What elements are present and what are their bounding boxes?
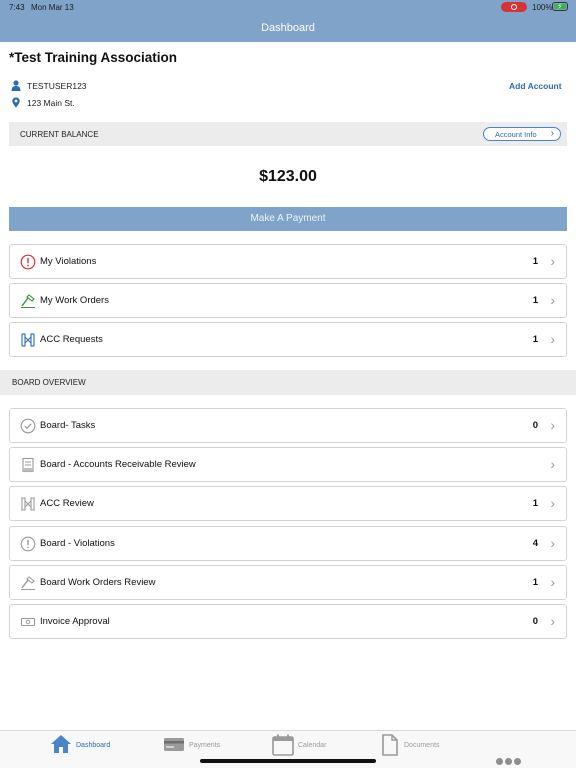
chevron-right-icon: › [550,535,555,551]
current-balance-label: CURRENT BALANCE [20,130,99,139]
item-count: 1 [532,256,538,267]
acc-requests-item[interactable]: ACC Requests 1 › [9,322,567,357]
user-icon [11,80,21,91]
architecture-icon [21,333,35,347]
nav-calendar[interactable]: Calendar [272,734,342,762]
header-bar [0,0,576,42]
acc-review-item[interactable]: ACC Review 1 › [9,486,567,521]
chevron-right-icon: › [550,253,555,269]
nav-label: Payments [189,742,221,749]
status-date: Mon Mar 13 [31,3,74,12]
board-ar-review-item[interactable]: Board - Accounts Receivable Review › [9,447,567,482]
alert-circle-red-icon [20,254,36,270]
address: 123 Main St. [27,98,75,108]
item-label: Board - Violations [40,538,115,549]
board-violations-item[interactable]: Board - Violations 4 › [9,526,567,561]
item-label: My Work Orders [40,295,109,306]
item-label: Board- Tasks [40,420,96,431]
nav-label: Calendar [298,742,327,749]
account-info-label: Account Info [495,130,537,139]
item-count: 4 [532,538,538,549]
hammer-icon [21,576,35,590]
chevron-right-icon: › [550,417,555,433]
hammer-icon [21,294,35,308]
item-count: 1 [532,498,538,509]
item-count: 0 [532,420,538,431]
my-work-orders-item[interactable]: My Work Orders 1 › [9,283,567,318]
nav-payments[interactable]: Payments [163,734,233,762]
board-work-orders-item[interactable]: Board Work Orders Review 1 › [9,565,567,600]
nav-label: Documents [404,742,440,749]
association-name: *Test Training Association [9,50,178,65]
architecture-icon [21,497,35,511]
my-violations-item[interactable]: My Violations 1 › [9,244,567,279]
balance-amount: $123.00 [259,168,317,185]
alert-circle-icon [20,536,36,552]
nav-documents[interactable]: Documents [381,734,461,762]
battery-icon: ⚡ [552,2,568,11]
item-label: ACC Requests [40,334,103,345]
make-payment-button[interactable]: Make A Payment [9,207,567,231]
credit-card-icon [164,738,184,751]
status-time: 7:43 [9,3,25,12]
document-icon [382,734,398,756]
home-indicator[interactable] [200,759,376,763]
item-label: ACC Review [40,498,94,509]
invoice-approval-item[interactable]: Invoice Approval 0 › [9,604,567,639]
screen-record-icon[interactable] [501,2,527,12]
chevron-right-icon: › [550,456,555,472]
check-circle-icon [20,418,36,434]
chevron-right-icon: › [550,613,555,629]
nav-dashboard[interactable]: Dashboard [50,734,120,762]
chevron-right-icon: › [550,495,555,511]
account-info-button[interactable]: Account Info › [483,127,561,141]
home-icon [51,735,71,753]
add-account-link[interactable]: Add Account [509,81,562,91]
item-count: 1 [532,295,538,306]
nav-label: Dashboard [76,742,111,749]
user-name: TESTUSER123 [27,81,87,91]
item-label: My Violations [40,256,97,267]
chevron-right-icon: › [550,331,555,347]
item-count: 1 [532,577,538,588]
board-overview-bar [0,370,576,395]
ledger-icon [22,457,34,473]
item-label: Invoice Approval [40,616,110,627]
board-tasks-item[interactable]: Board- Tasks 0 › [9,408,567,443]
chevron-right-icon: › [550,128,554,139]
calendar-icon [272,734,294,756]
location-pin-icon [12,97,20,108]
page-title: Dashboard [261,22,315,34]
item-label: Board - Accounts Receivable Review [40,459,196,470]
board-overview-label: BOARD OVERVIEW [12,378,86,387]
item-count: 0 [532,616,538,627]
chevron-right-icon: › [550,574,555,590]
item-count: 1 [532,334,538,345]
more-icon[interactable] [496,752,524,765]
chevron-right-icon: › [550,292,555,308]
battery-percent: 100% [532,3,553,12]
item-label: Board Work Orders Review [40,577,156,588]
money-icon [20,617,36,627]
